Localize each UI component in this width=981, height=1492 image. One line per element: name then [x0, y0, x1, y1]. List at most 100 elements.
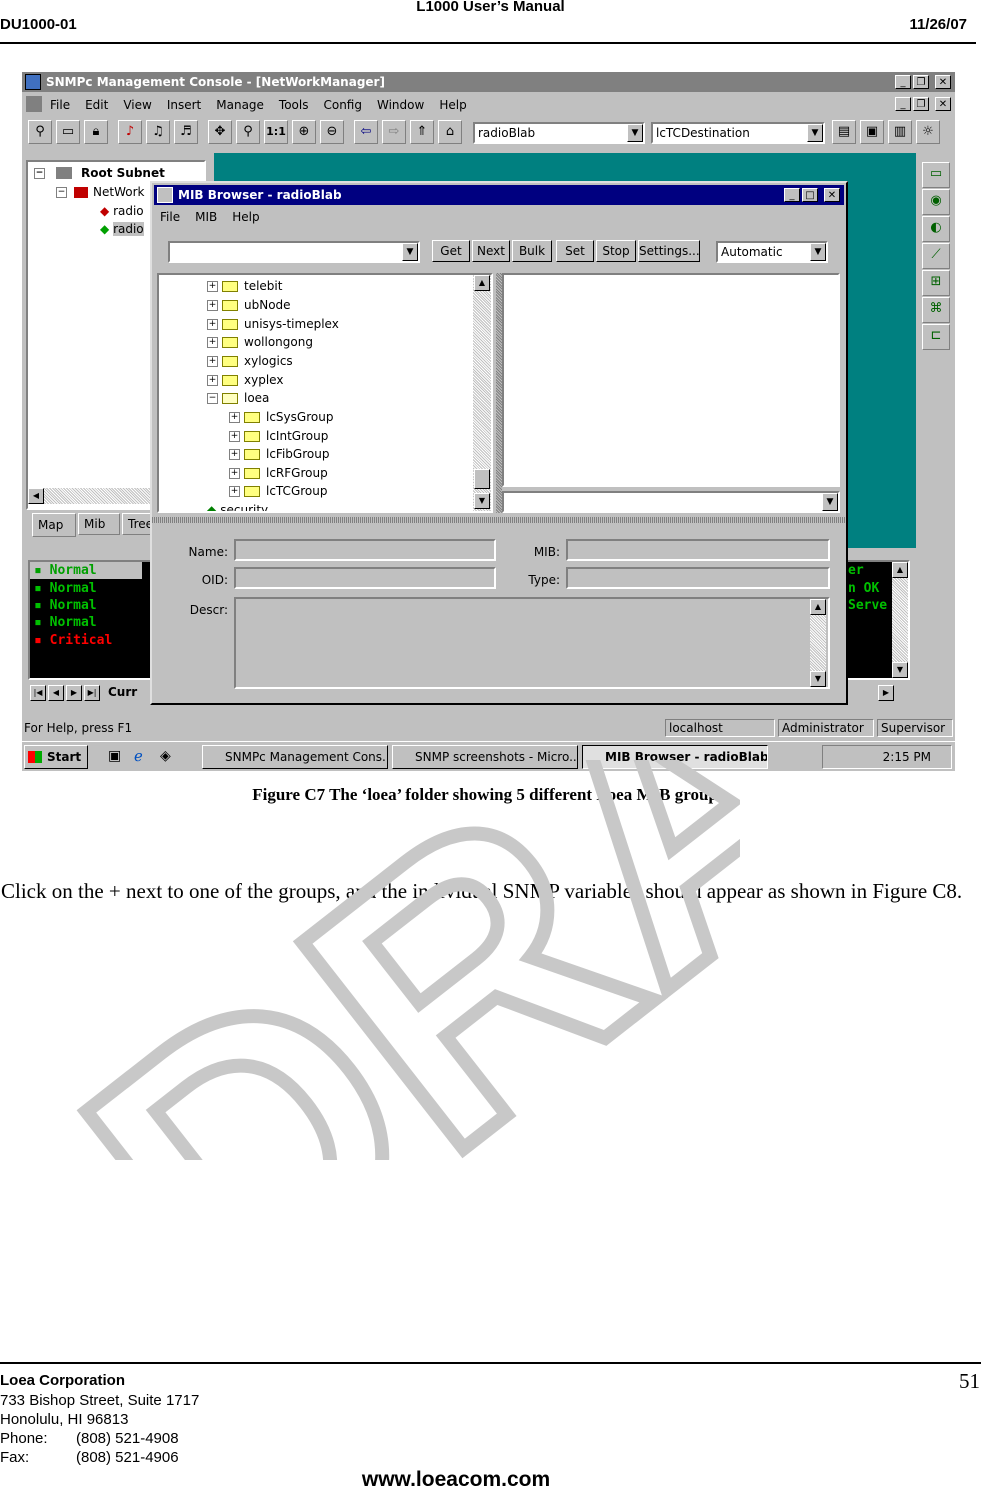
back-arrow-icon[interactable]: ⇦ — [354, 120, 378, 144]
quicklaunch-app-icon[interactable]: ◈ — [160, 748, 171, 764]
task-snmp-screenshots[interactable]: SNMP screenshots - Micro... — [392, 745, 578, 769]
get-button[interactable]: Get — [432, 240, 470, 262]
menu-file[interactable]: File — [50, 98, 70, 112]
menu-window[interactable]: Window — [377, 98, 424, 112]
move-icon[interactable]: ✥ — [208, 120, 232, 144]
device-icon[interactable]: ▭ — [922, 162, 950, 188]
tree-network[interactable]: − NetWork — [56, 183, 144, 201]
report-icon[interactable]: ▥ — [888, 120, 912, 144]
tab-current[interactable]: Curr — [108, 685, 137, 699]
zoom-out-icon[interactable]: ⊖ — [320, 120, 344, 144]
forward-arrow-icon[interactable]: ⇨ — [382, 120, 406, 144]
bulk-button[interactable]: Bulk — [512, 240, 552, 262]
scroll-thumb[interactable] — [474, 469, 490, 489]
mib-menu-help[interactable]: Help — [232, 210, 259, 224]
table-icon[interactable]: ▤ — [832, 120, 856, 144]
settings-button[interactable]: Settings... — [638, 240, 700, 262]
doc-restore-button[interactable]: ❐ — [913, 97, 929, 111]
find-icon[interactable]: ⚲ — [28, 120, 52, 144]
mib-field[interactable] — [566, 539, 830, 561]
zoom-actual-icon[interactable]: 1:1 — [264, 120, 288, 144]
device-combo[interactable]: radioBlab ▼ — [473, 122, 645, 144]
next-tab-icon[interactable]: ▶ — [66, 685, 82, 701]
mib-minimize-button[interactable]: _ — [784, 188, 800, 202]
quicklaunch-ie-icon[interactable]: ℯ — [134, 747, 143, 765]
scroll-down-icon[interactable]: ▼ — [474, 493, 490, 509]
close-button[interactable]: ✕ — [935, 75, 951, 89]
mib-maximize-button[interactable]: □ — [802, 188, 818, 202]
descr-field[interactable]: ▲ ▼ — [234, 597, 830, 689]
tree-group[interactable]: + lcFibGroup — [229, 445, 329, 463]
subnet-icon[interactable]: ⊞ — [922, 270, 950, 296]
tree-node[interactable]: + ubNode — [207, 296, 291, 314]
zoom-in-icon[interactable]: ⊕ — [292, 120, 316, 144]
hierarchy-icon[interactable]: ⊏ — [922, 324, 950, 350]
result-combo[interactable]: ▼ — [502, 491, 840, 513]
restore-button[interactable]: ❐ — [913, 75, 929, 89]
scroll-left-icon[interactable]: ◀ — [28, 488, 44, 504]
chevron-down-icon[interactable]: ▼ — [807, 124, 823, 142]
link-icon[interactable]: ⟋ — [922, 243, 950, 269]
type-field[interactable] — [566, 567, 830, 589]
tree-node-loea[interactable]: − loea — [207, 389, 269, 407]
horizontal-splitter[interactable] — [152, 517, 846, 523]
task-snmpc-console[interactable]: SNMPc Management Cons... — [202, 745, 388, 769]
tree-node[interactable]: ◆ security — [207, 501, 268, 511]
chevron-down-icon[interactable]: ▼ — [822, 493, 838, 511]
menu-manage[interactable]: Manage — [216, 98, 264, 112]
tree-node[interactable]: + xyplex — [207, 371, 283, 389]
tree-group[interactable]: + lcIntGroup — [229, 427, 328, 445]
mode-combo[interactable]: Automatic ▼ — [716, 241, 828, 263]
oid-combo[interactable]: ▼ — [168, 241, 420, 263]
prev-tab-icon[interactable]: ◀ — [48, 685, 64, 701]
zoom-icon[interactable]: ⚲ — [236, 120, 260, 144]
mib-menu-mib[interactable]: MIB — [195, 210, 217, 224]
scroll-up-icon[interactable]: ▲ — [810, 599, 826, 615]
last-tab-icon[interactable]: ▶| — [84, 685, 100, 701]
task-mib-browser[interactable]: MIB Browser - radioBlab — [582, 745, 768, 769]
scroll-up-icon[interactable]: ▲ — [474, 275, 490, 291]
menu-help[interactable]: Help — [439, 98, 466, 112]
quicklaunch-desktop-icon[interactable]: ▣ — [108, 748, 121, 764]
graph-icon[interactable]: ▣ — [860, 120, 884, 144]
doc-close-button[interactable]: ✕ — [935, 97, 951, 111]
website[interactable]: www.loeacom.com — [0, 1468, 912, 1492]
goto-icon[interactable]: ◐ — [922, 216, 950, 242]
scroll-down-icon[interactable]: ▼ — [892, 662, 908, 678]
scroll-right-icon[interactable]: ▶ — [878, 685, 894, 701]
menu-edit[interactable]: Edit — [85, 98, 108, 112]
tree-group[interactable]: + lcRFGroup — [229, 464, 328, 482]
tree-node[interactable]: + unisys-timeplex — [207, 315, 339, 333]
menu-view[interactable]: View — [123, 98, 151, 112]
network-icon[interactable]: ◉ — [922, 189, 950, 215]
lock-icon[interactable]: 🔒︎ — [84, 120, 108, 144]
scroll-up-icon[interactable]: ▲ — [892, 562, 908, 578]
oid-field[interactable] — [234, 567, 496, 589]
menu-tools[interactable]: Tools — [279, 98, 309, 112]
tree-radio-2[interactable]: ◆ radio — [100, 220, 144, 238]
name-field[interactable] — [234, 539, 496, 561]
tree-group[interactable]: + lcSysGroup — [229, 408, 333, 426]
folder-icon[interactable]: ▭ — [56, 120, 80, 144]
tree-node[interactable]: + telebit — [207, 277, 282, 295]
tab-mib[interactable]: Mib — [78, 513, 120, 535]
tree-node[interactable]: + xylogics — [207, 352, 293, 370]
tree-radio-1[interactable]: ◆ radio — [100, 202, 144, 220]
start-button[interactable]: Start — [24, 745, 88, 769]
sun-icon[interactable]: ☼ — [916, 120, 940, 144]
chevron-down-icon[interactable]: ▼ — [627, 124, 643, 142]
next-button[interactable]: Next — [472, 240, 510, 262]
tree-group[interactable]: + lcTCGroup — [229, 482, 327, 500]
mib-combo[interactable]: lcTCDestination ▼ — [651, 122, 825, 144]
tab-map[interactable]: Map — [32, 513, 76, 537]
chevron-down-icon[interactable]: ▼ — [810, 243, 826, 261]
stop-button[interactable]: Stop — [596, 240, 636, 262]
home-icon[interactable]: ⌂ — [438, 120, 462, 144]
menu-insert[interactable]: Insert — [167, 98, 201, 112]
menu-config[interactable]: Config — [323, 98, 362, 112]
up-folder-icon[interactable]: ⇑ — [410, 120, 434, 144]
alarm-bell-icon[interactable]: ♪ — [118, 120, 142, 144]
tree-root[interactable]: − Root Subnet — [34, 164, 165, 182]
topology-icon[interactable]: ⌘ — [922, 297, 950, 323]
event-vscroll[interactable] — [892, 562, 908, 678]
